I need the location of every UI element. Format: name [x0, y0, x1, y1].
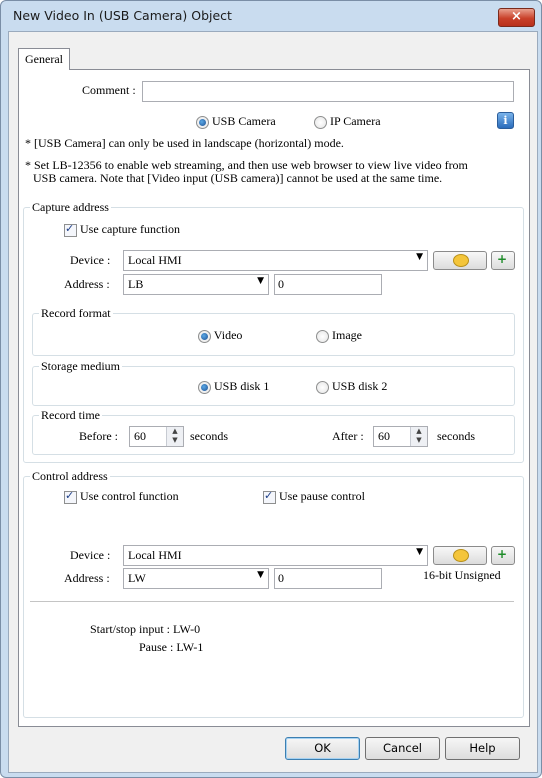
capture-address-input[interactable]: 0 [274, 274, 382, 295]
radio-usb-camera[interactable]: USB Camera [196, 114, 276, 129]
after-label: After : [332, 429, 364, 443]
add-icon: + [497, 252, 508, 266]
general-panel: Comment : USB Camera IP Camera i * [USB … [18, 69, 530, 727]
note-web-streaming-line2: USB camera. Note that [Video input (USB … [33, 171, 443, 185]
control-address-type-select[interactable]: LW ▼ [123, 568, 269, 589]
chevron-down-icon: ▼ [416, 252, 423, 262]
radio-usb-disk-2[interactable]: USB disk 2 [316, 379, 387, 394]
use-capture-checkbox[interactable]: Use capture function [64, 222, 180, 237]
radio-ip-camera-label: IP Camera [330, 114, 381, 128]
capture-device-select[interactable]: Local HMI ▼ [123, 250, 428, 271]
info-icon[interactable]: i [497, 112, 514, 129]
close-button[interactable]: × [498, 8, 535, 27]
spinner-arrows-icon[interactable]: ▲ ▼ [410, 427, 427, 446]
settings-icon [453, 254, 469, 267]
capture-address-group: Capture address Use capture function Dev… [23, 200, 524, 463]
storage-medium-group: Storage medium USB disk 1 USB disk 2 [32, 359, 515, 406]
tab-general[interactable]: General [18, 48, 70, 70]
note-landscape: * [USB Camera] can only be used in lands… [25, 136, 344, 150]
before-label: Before : [79, 429, 118, 443]
dialog-client: General Comment : USB Camera IP Camera i… [8, 31, 538, 773]
add-icon: + [497, 547, 508, 561]
radio-ip-camera-dot[interactable] [314, 115, 327, 129]
use-control-label: Use control function [80, 489, 179, 503]
control-device-select[interactable]: Local HMI ▼ [123, 545, 428, 566]
help-button[interactable]: Help [445, 737, 520, 760]
record-format-group: Record format Video Image [32, 306, 515, 356]
record-time-title: Record time [39, 408, 102, 423]
control-device-value: Local HMI [128, 548, 182, 562]
radio-image-dot[interactable] [316, 329, 329, 343]
capture-address-type-select[interactable]: LB ▼ [123, 274, 269, 295]
use-control-checkbox[interactable]: Use control function [64, 489, 179, 504]
capture-device-settings-button[interactable] [433, 251, 487, 270]
after-spinner[interactable]: 60 ▲ ▼ [373, 426, 428, 447]
divider [30, 601, 514, 602]
capture-device-value: Local HMI [128, 253, 182, 267]
cancel-button[interactable]: Cancel [365, 737, 440, 760]
use-capture-label: Use capture function [80, 222, 180, 236]
storage-medium-title: Storage medium [39, 359, 122, 374]
pause-input-label: Pause : LW-1 [139, 640, 204, 654]
close-icon: × [511, 9, 522, 24]
control-address-input[interactable]: 0 [274, 568, 382, 589]
capture-device-label: Device : [70, 253, 111, 267]
radio-usb-disk-2-label: USB disk 2 [332, 379, 388, 393]
radio-ip-camera[interactable]: IP Camera [314, 114, 381, 129]
radio-image-label: Image [332, 328, 362, 342]
before-value: 60 [134, 429, 146, 443]
settings-icon [453, 549, 469, 562]
capture-address-title: Capture address [30, 200, 111, 215]
control-address-title: Control address [30, 469, 110, 484]
dialog-window: New Video In (USB Camera) Object × Gener… [0, 0, 542, 778]
radio-usb-camera-label: USB Camera [212, 114, 276, 128]
capture-address-type-value: LB [128, 277, 144, 291]
radio-video[interactable]: Video [198, 328, 242, 343]
after-unit: seconds [437, 429, 475, 443]
use-pause-check[interactable] [263, 489, 276, 504]
record-format-title: Record format [39, 306, 113, 321]
chevron-down-icon: ▼ [257, 570, 264, 580]
capture-address-value: 0 [278, 277, 284, 291]
control-device-label: Device : [70, 548, 111, 562]
radio-usb-disk-2-dot[interactable] [316, 380, 329, 394]
use-pause-label: Use pause control [279, 489, 365, 503]
after-value: 60 [378, 429, 390, 443]
use-control-check[interactable] [64, 489, 77, 504]
control-address-value: 0 [278, 571, 284, 585]
ok-button[interactable]: OK [285, 737, 360, 760]
control-device-add-button[interactable]: + [491, 546, 515, 565]
radio-usb-camera-dot[interactable] [196, 115, 209, 129]
comment-input[interactable] [142, 81, 514, 102]
chevron-down-icon: ▼ [416, 547, 423, 557]
radio-video-label: Video [213, 328, 243, 342]
radio-usb-disk-1-dot[interactable] [198, 380, 211, 394]
use-capture-check[interactable] [64, 222, 77, 237]
control-address-label: Address : [64, 571, 110, 585]
control-address-type-value: LW [128, 571, 146, 585]
use-pause-checkbox[interactable]: Use pause control [263, 489, 365, 504]
start-stop-input-label: Start/stop input : LW-0 [90, 622, 201, 636]
chevron-down-icon: ▼ [257, 276, 264, 286]
spinner-arrows-icon[interactable]: ▲ ▼ [166, 427, 183, 446]
radio-image[interactable]: Image [316, 328, 362, 343]
capture-device-add-button[interactable]: + [491, 251, 515, 270]
comment-label: Comment : [82, 83, 136, 97]
radio-usb-disk-1[interactable]: USB disk 1 [198, 379, 269, 394]
radio-video-dot[interactable] [198, 329, 211, 343]
before-unit: seconds [190, 429, 228, 443]
before-spinner[interactable]: 60 ▲ ▼ [129, 426, 184, 447]
data-format-label: 16-bit Unsigned [423, 568, 501, 582]
control-address-group: Control address Use control function Use… [23, 469, 524, 718]
capture-address-label: Address : [64, 277, 110, 291]
window-title: New Video In (USB Camera) Object [13, 8, 232, 23]
record-time-group: Record time Before : 60 ▲ ▼ seconds After… [32, 408, 515, 455]
radio-usb-disk-1-label: USB disk 1 [214, 379, 270, 393]
control-device-settings-button[interactable] [433, 546, 487, 565]
